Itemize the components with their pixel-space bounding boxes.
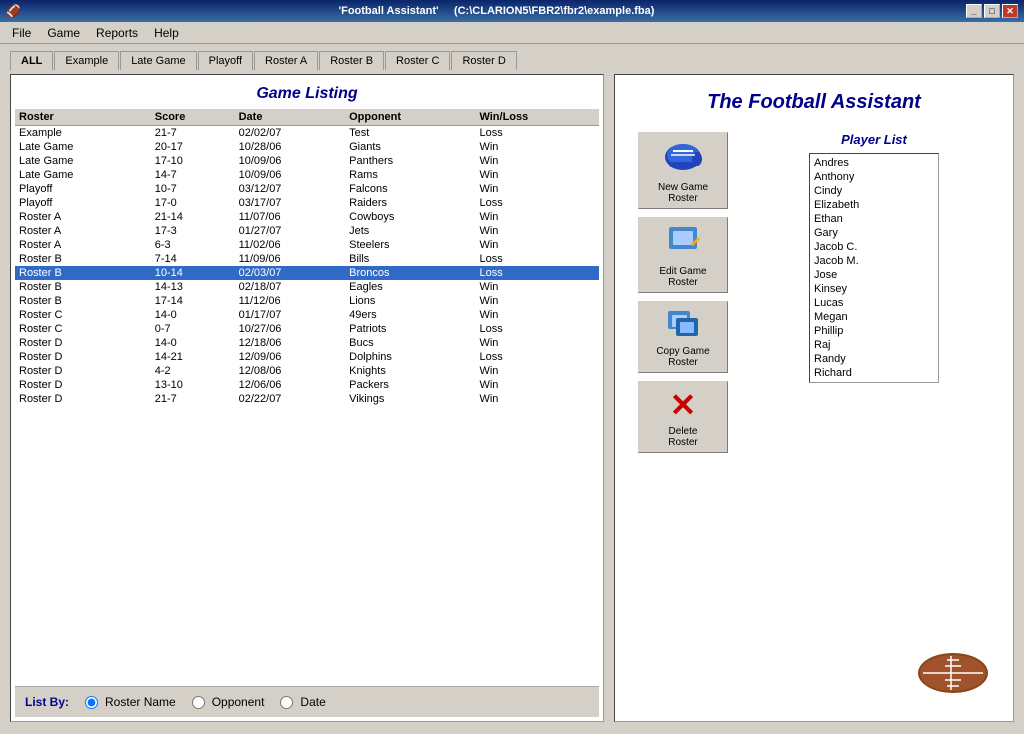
delete-roster-label: DeleteRoster <box>668 426 697 448</box>
table-row[interactable]: Late Game14-710/09/06RamsWin <box>15 168 599 182</box>
list-item[interactable]: Cindy <box>812 184 936 198</box>
titlebar: 🏈 'Football Assistant' (C:\CLARION5\FBR2… <box>0 0 1024 22</box>
table-row[interactable]: Roster D14-2112/09/06DolphinsLoss <box>15 350 599 364</box>
list-item[interactable]: Lucas <box>812 296 936 310</box>
football-image <box>913 646 993 701</box>
table-header: RosterScoreDateOpponentWin/Loss <box>15 109 599 126</box>
table-row[interactable]: Playoff17-003/17/07RaidersLoss <box>15 196 599 210</box>
minimize-button[interactable]: _ <box>966 4 982 18</box>
table-row[interactable]: Roster A21-1411/07/06CowboysWin <box>15 210 599 224</box>
tab-late-game[interactable]: Late Game <box>120 51 196 70</box>
copy-game-roster-label: Copy GameRoster <box>656 346 709 368</box>
copy-icon <box>663 306 703 344</box>
delete-icon: ✕ <box>670 386 697 424</box>
tab-roster-c[interactable]: Roster C <box>385 51 450 70</box>
table-row[interactable]: Late Game17-1010/09/06PanthersWin <box>15 154 599 168</box>
table-row[interactable]: Example21-702/02/07TestLoss <box>15 126 599 141</box>
game-listing-title: Game Listing <box>15 79 599 109</box>
col-win-loss: Win/Loss <box>475 109 599 126</box>
copy-game-roster-button[interactable]: Copy GameRoster <box>638 301 728 373</box>
close-button[interactable]: ✕ <box>1002 4 1018 18</box>
window-controls[interactable]: _ □ ✕ <box>966 4 1018 18</box>
right-content: New GameRoster Edit GameRoster <box>623 122 1005 713</box>
table-row[interactable]: Roster A17-301/27/07JetsWin <box>15 224 599 238</box>
table-row[interactable]: Roster D14-012/18/06BucsWin <box>15 336 599 350</box>
list-item[interactable]: Raj <box>812 338 936 352</box>
action-buttons: New GameRoster Edit GameRoster <box>623 122 743 713</box>
list-item[interactable]: Kinsey <box>812 282 936 296</box>
list-item[interactable]: Richard <box>812 366 936 380</box>
table-row[interactable]: Roster C0-710/27/06PatriotsLoss <box>15 322 599 336</box>
tab-roster-d[interactable]: Roster D <box>451 51 516 70</box>
table-row[interactable]: Roster D13-1012/06/06PackersWin <box>15 378 599 392</box>
edit-game-roster-label: Edit GameRoster <box>659 266 706 288</box>
right-panel: The Football Assistant <box>614 74 1014 722</box>
table-row[interactable]: Roster B7-1411/09/06BillsLoss <box>15 252 599 266</box>
player-list-label: Player List <box>841 132 907 147</box>
right-panel-title: The Football Assistant <box>707 83 921 122</box>
helmet-icon <box>663 137 703 180</box>
list-item[interactable]: Ethan <box>812 212 936 226</box>
delete-roster-button[interactable]: ✕ DeleteRoster <box>638 381 728 453</box>
file-path: (C:\CLARION5\FBR2\fbr2\example.fba) <box>454 5 654 17</box>
list-item[interactable]: Jacob C. <box>812 240 936 254</box>
title-text: 'Football Assistant' (C:\CLARION5\FBR2\f… <box>27 5 966 17</box>
tabs: ALLExampleLate GamePlayoffRoster ARoster… <box>0 44 1024 70</box>
list-item[interactable]: William <box>812 380 936 383</box>
table-row[interactable]: Late Game20-1710/28/06GiantsWin <box>15 140 599 154</box>
list-item[interactable]: Andres <box>812 156 936 170</box>
title-icon: 🏈 <box>6 4 21 18</box>
edit-icon <box>663 222 703 264</box>
game-table: RosterScoreDateOpponentWin/Loss Example2… <box>15 109 599 406</box>
table-row[interactable]: Roster C14-001/17/0749ersWin <box>15 308 599 322</box>
radio-opponent[interactable]: Opponent <box>192 695 265 709</box>
table-body[interactable]: Example21-702/02/07TestLossLate Game20-1… <box>15 126 599 407</box>
list-item[interactable]: Megan <box>812 310 936 324</box>
player-list-section: Player List AndresAnthonyCindyElizabethE… <box>743 122 1005 713</box>
table-row[interactable]: Roster A6-311/02/06SteelersWin <box>15 238 599 252</box>
table-row[interactable]: Roster D4-212/08/06KnightsWin <box>15 364 599 378</box>
app-title: 'Football Assistant' <box>339 5 439 17</box>
new-game-roster-button[interactable]: New GameRoster <box>638 132 728 209</box>
list-item[interactable]: Phillip <box>812 324 936 338</box>
list-item[interactable]: Randy <box>812 352 936 366</box>
left-panel: Game Listing RosterScoreDateOpponentWin/… <box>10 74 604 722</box>
new-game-roster-label: New GameRoster <box>658 182 708 204</box>
menu-reports[interactable]: Reports <box>88 24 146 42</box>
player-listbox[interactable]: AndresAnthonyCindyElizabethEthanGaryJaco… <box>809 153 939 383</box>
radio-roster-name[interactable]: Roster Name <box>85 695 176 709</box>
list-item[interactable]: Gary <box>812 226 936 240</box>
tab-playoff[interactable]: Playoff <box>198 51 253 70</box>
col-score: Score <box>151 109 235 126</box>
list-item[interactable]: Jose <box>812 268 936 282</box>
tab-roster-a[interactable]: Roster A <box>254 51 318 70</box>
table-row[interactable]: Roster B10-1402/03/07BroncosLoss <box>15 266 599 280</box>
menu-game[interactable]: Game <box>39 24 88 42</box>
list-item[interactable]: Jacob M. <box>812 254 936 268</box>
menubar: File Game Reports Help <box>0 22 1024 44</box>
list-item[interactable]: Anthony <box>812 170 936 184</box>
menu-file[interactable]: File <box>4 24 39 42</box>
table-scroll[interactable]: RosterScoreDateOpponentWin/Loss Example2… <box>15 109 599 686</box>
table-row[interactable]: Roster B17-1411/12/06LionsWin <box>15 294 599 308</box>
radio-date[interactable]: Date <box>280 695 325 709</box>
main-content: Game Listing RosterScoreDateOpponentWin/… <box>0 70 1024 726</box>
listby: List By: Roster Name Opponent Date <box>15 686 599 717</box>
list-item[interactable]: Elizabeth <box>812 198 936 212</box>
col-opponent: Opponent <box>345 109 475 126</box>
tab-example[interactable]: Example <box>54 51 119 70</box>
listby-label: List By: <box>25 695 69 709</box>
edit-game-roster-button[interactable]: Edit GameRoster <box>638 217 728 293</box>
tab-roster-b[interactable]: Roster B <box>319 51 384 70</box>
table-row[interactable]: Roster B14-1302/18/07EaglesWin <box>15 280 599 294</box>
table-row[interactable]: Roster D21-702/22/07VikingsWin <box>15 392 599 406</box>
tab-all[interactable]: ALL <box>10 51 53 71</box>
col-date: Date <box>235 109 346 126</box>
col-roster: Roster <box>15 109 151 126</box>
maximize-button[interactable]: □ <box>984 4 1000 18</box>
menu-help[interactable]: Help <box>146 24 187 42</box>
table-row[interactable]: Playoff10-703/12/07FalconsWin <box>15 182 599 196</box>
